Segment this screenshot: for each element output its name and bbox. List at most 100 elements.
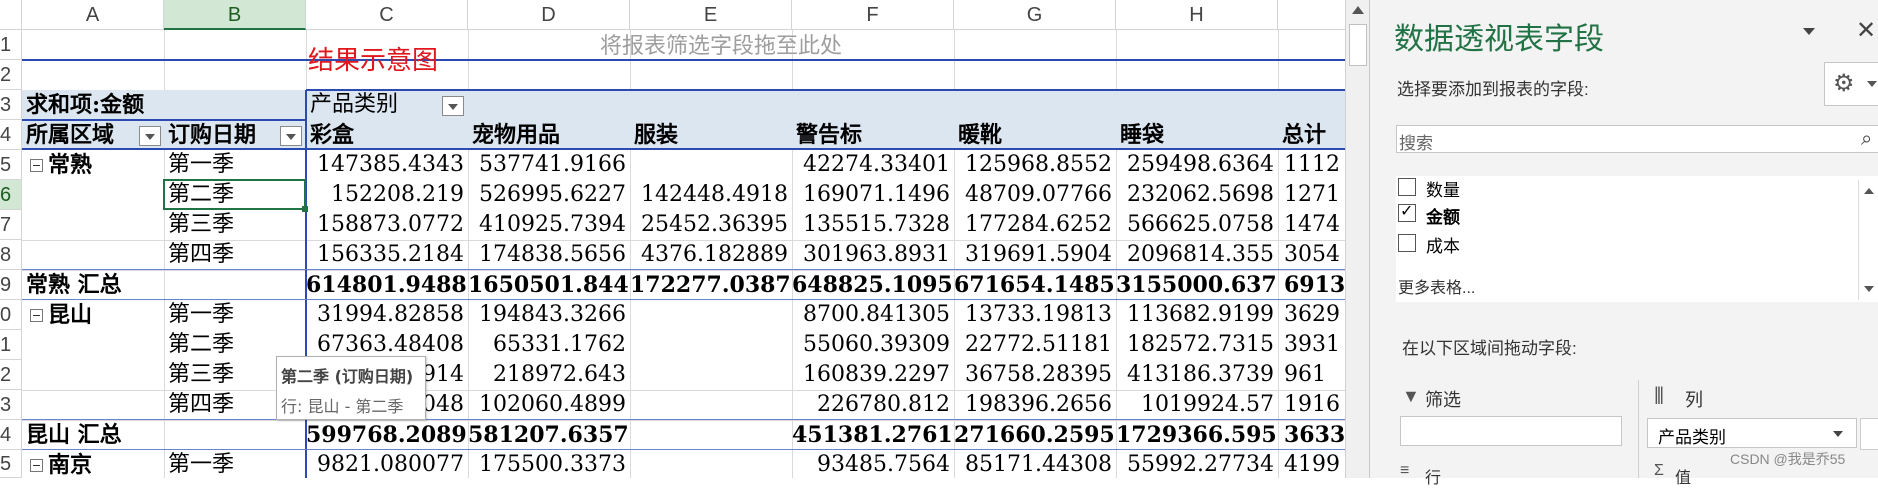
subtotal-label[interactable]: 常熟 汇总 <box>26 270 122 300</box>
value-cell[interactable]: 1112 <box>1284 150 1345 180</box>
category-header-1[interactable]: 彩盒 <box>310 120 354 150</box>
category-header-4[interactable]: 警告标 <box>796 120 862 150</box>
row-header-6[interactable]: 6 <box>0 180 22 210</box>
value-cell[interactable]: 113682.9199 <box>1116 300 1274 330</box>
sheet-vertical-scrollbar[interactable] <box>1345 0 1370 478</box>
value-cell[interactable]: 961 <box>1284 360 1345 390</box>
column-header-h[interactable]: H <box>1116 0 1278 30</box>
field-scroll-down-icon[interactable] <box>1864 286 1874 292</box>
field-scroll-up-icon[interactable] <box>1864 188 1874 194</box>
season-label[interactable]: 第四季 <box>168 390 234 420</box>
subtotal-label[interactable]: 昆山 汇总 <box>26 420 122 450</box>
season-label[interactable]: 第三季 <box>168 210 234 240</box>
row-header-15[interactable]: 5 <box>0 450 22 478</box>
product-category-header[interactable]: 产品类别 <box>310 90 398 120</box>
column-header-e[interactable]: E <box>630 0 792 30</box>
season-label[interactable]: 第一季 <box>168 150 234 180</box>
collapse-group-icon[interactable] <box>30 159 43 172</box>
order-date-header[interactable]: 订购日期 <box>168 120 256 150</box>
value-cell[interactable]: 4199 <box>1284 450 1345 478</box>
region-label[interactable]: 南京 <box>48 450 92 478</box>
row-header-1[interactable]: 1 <box>0 30 22 60</box>
value-cell[interactable]: 125968.8552 <box>954 150 1112 180</box>
row-header-9[interactable]: 9 <box>0 270 22 300</box>
value-cell[interactable]: 55060.39309 <box>792 330 950 360</box>
value-cell[interactable]: 1474 <box>1284 210 1345 240</box>
column-header-i[interactable] <box>1278 0 1345 30</box>
value-cell[interactable]: 174838.5656 <box>468 240 626 270</box>
season-label[interactable]: 第一季 <box>168 450 234 478</box>
row-header-11[interactable]: 1 <box>0 330 22 360</box>
value-cell[interactable]: 31994.82858 <box>306 300 464 330</box>
column-header-b[interactable]: B <box>164 0 306 30</box>
category-header-total[interactable]: 总计 <box>1282 120 1326 150</box>
field-search-input[interactable]: 搜索 ⌕ <box>1396 125 1878 154</box>
category-header-3[interactable]: 服装 <box>634 120 678 150</box>
value-cell[interactable]: 160839.2297 <box>792 360 950 390</box>
scroll-thumb[interactable] <box>1349 24 1367 66</box>
report-filter-placeholder[interactable]: 将报表筛选字段拖至此处 <box>600 28 842 60</box>
collapse-group-icon[interactable] <box>30 459 43 472</box>
value-cell[interactable]: 102060.4899 <box>468 390 626 420</box>
value-cell[interactable]: 413186.3739 <box>1116 360 1274 390</box>
field-label-cost[interactable]: 成本 <box>1426 232 1460 257</box>
column-header-f[interactable]: F <box>792 0 954 30</box>
value-cell[interactable]: 599768.2089 <box>306 420 467 450</box>
value-cell[interactable]: 271660.2595 <box>954 420 1115 450</box>
value-cell[interactable]: 671654.1485 <box>954 270 1115 300</box>
value-cell[interactable]: 451381.2761 <box>792 420 953 450</box>
value-cell[interactable]: 4376.182889 <box>630 240 788 270</box>
value-cell[interactable]: 3629 <box>1284 300 1345 330</box>
value-cell[interactable]: 85171.44308 <box>954 450 1112 478</box>
column-header-a[interactable]: A <box>22 0 164 30</box>
value-cell[interactable]: 22772.51181 <box>954 330 1112 360</box>
value-cell[interactable]: 194843.3266 <box>468 300 626 330</box>
row-header-8[interactable]: 8 <box>0 240 22 270</box>
region-label[interactable]: 昆山 <box>48 300 92 330</box>
value-cell[interactable]: 1271 <box>1284 180 1345 210</box>
value-cell[interactable]: 158873.0772 <box>306 210 464 240</box>
category-header-2[interactable]: 宠物用品 <box>472 120 560 150</box>
value-cell[interactable]: 36758.28395 <box>954 360 1112 390</box>
value-cell[interactable]: 226780.812 <box>792 390 950 420</box>
value-cell[interactable]: 55992.27734 <box>1116 450 1274 478</box>
value-cell[interactable]: 25452.36395 <box>630 210 788 240</box>
column-field-chevron-icon[interactable] <box>1833 431 1843 437</box>
value-cell[interactable]: 3054 <box>1284 240 1345 270</box>
season-label[interactable]: 第二季 <box>168 330 234 360</box>
value-cell[interactable]: 648825.1095 <box>792 270 953 300</box>
column-field-chip[interactable]: 产品类别 <box>1647 418 1857 448</box>
sum-field-label[interactable]: 求和项:金额 <box>26 90 144 120</box>
value-cell[interactable]: 93485.7564 <box>792 450 950 478</box>
pane-close-icon[interactable]: ✕ <box>1856 16 1876 45</box>
season-label[interactable]: 第一季 <box>168 300 234 330</box>
value-cell[interactable]: 2096814.355 <box>1116 240 1274 270</box>
season-label[interactable]: 第四季 <box>168 240 234 270</box>
region-header[interactable]: 所属区域 <box>26 120 114 150</box>
value-cell[interactable]: 147385.4343 <box>306 150 464 180</box>
row-header-14[interactable]: 4 <box>0 420 22 450</box>
row-header-12[interactable]: 2 <box>0 360 22 390</box>
value-cell[interactable]: 172277.0387 <box>630 270 791 300</box>
value-cell[interactable]: 1916 <box>1284 390 1345 420</box>
column-header-d[interactable]: D <box>468 0 630 30</box>
value-cell[interactable]: 13733.19813 <box>954 300 1112 330</box>
value-cell[interactable]: 142448.4918 <box>630 180 788 210</box>
value-cell[interactable]: 3931 <box>1284 330 1345 360</box>
value-cell[interactable]: 156335.2184 <box>306 240 464 270</box>
value-cell[interactable]: 42274.33401 <box>792 150 950 180</box>
value-cell[interactable]: 1019924.57 <box>1116 390 1274 420</box>
pane-options-chevron-icon[interactable] <box>1803 28 1815 35</box>
value-cell[interactable]: 169071.1496 <box>792 180 950 210</box>
category-header-5[interactable]: 暖靴 <box>958 120 1002 150</box>
value-cell[interactable]: 65331.1762 <box>468 330 626 360</box>
filter-drop-zone[interactable] <box>1400 416 1622 446</box>
value-cell[interactable]: 152208.219 <box>306 180 464 210</box>
region-label[interactable]: 常熟 <box>48 150 92 180</box>
column-header-c[interactable]: C <box>306 0 468 30</box>
order-date-filter-dropdown-icon[interactable] <box>280 126 302 146</box>
value-cell[interactable]: 3155000.637 <box>1116 270 1277 300</box>
field-checkbox-quantity[interactable] <box>1398 178 1416 196</box>
value-cell[interactable]: 135515.7328 <box>792 210 950 240</box>
field-checkbox-amount[interactable]: ✓ <box>1398 201 1416 222</box>
